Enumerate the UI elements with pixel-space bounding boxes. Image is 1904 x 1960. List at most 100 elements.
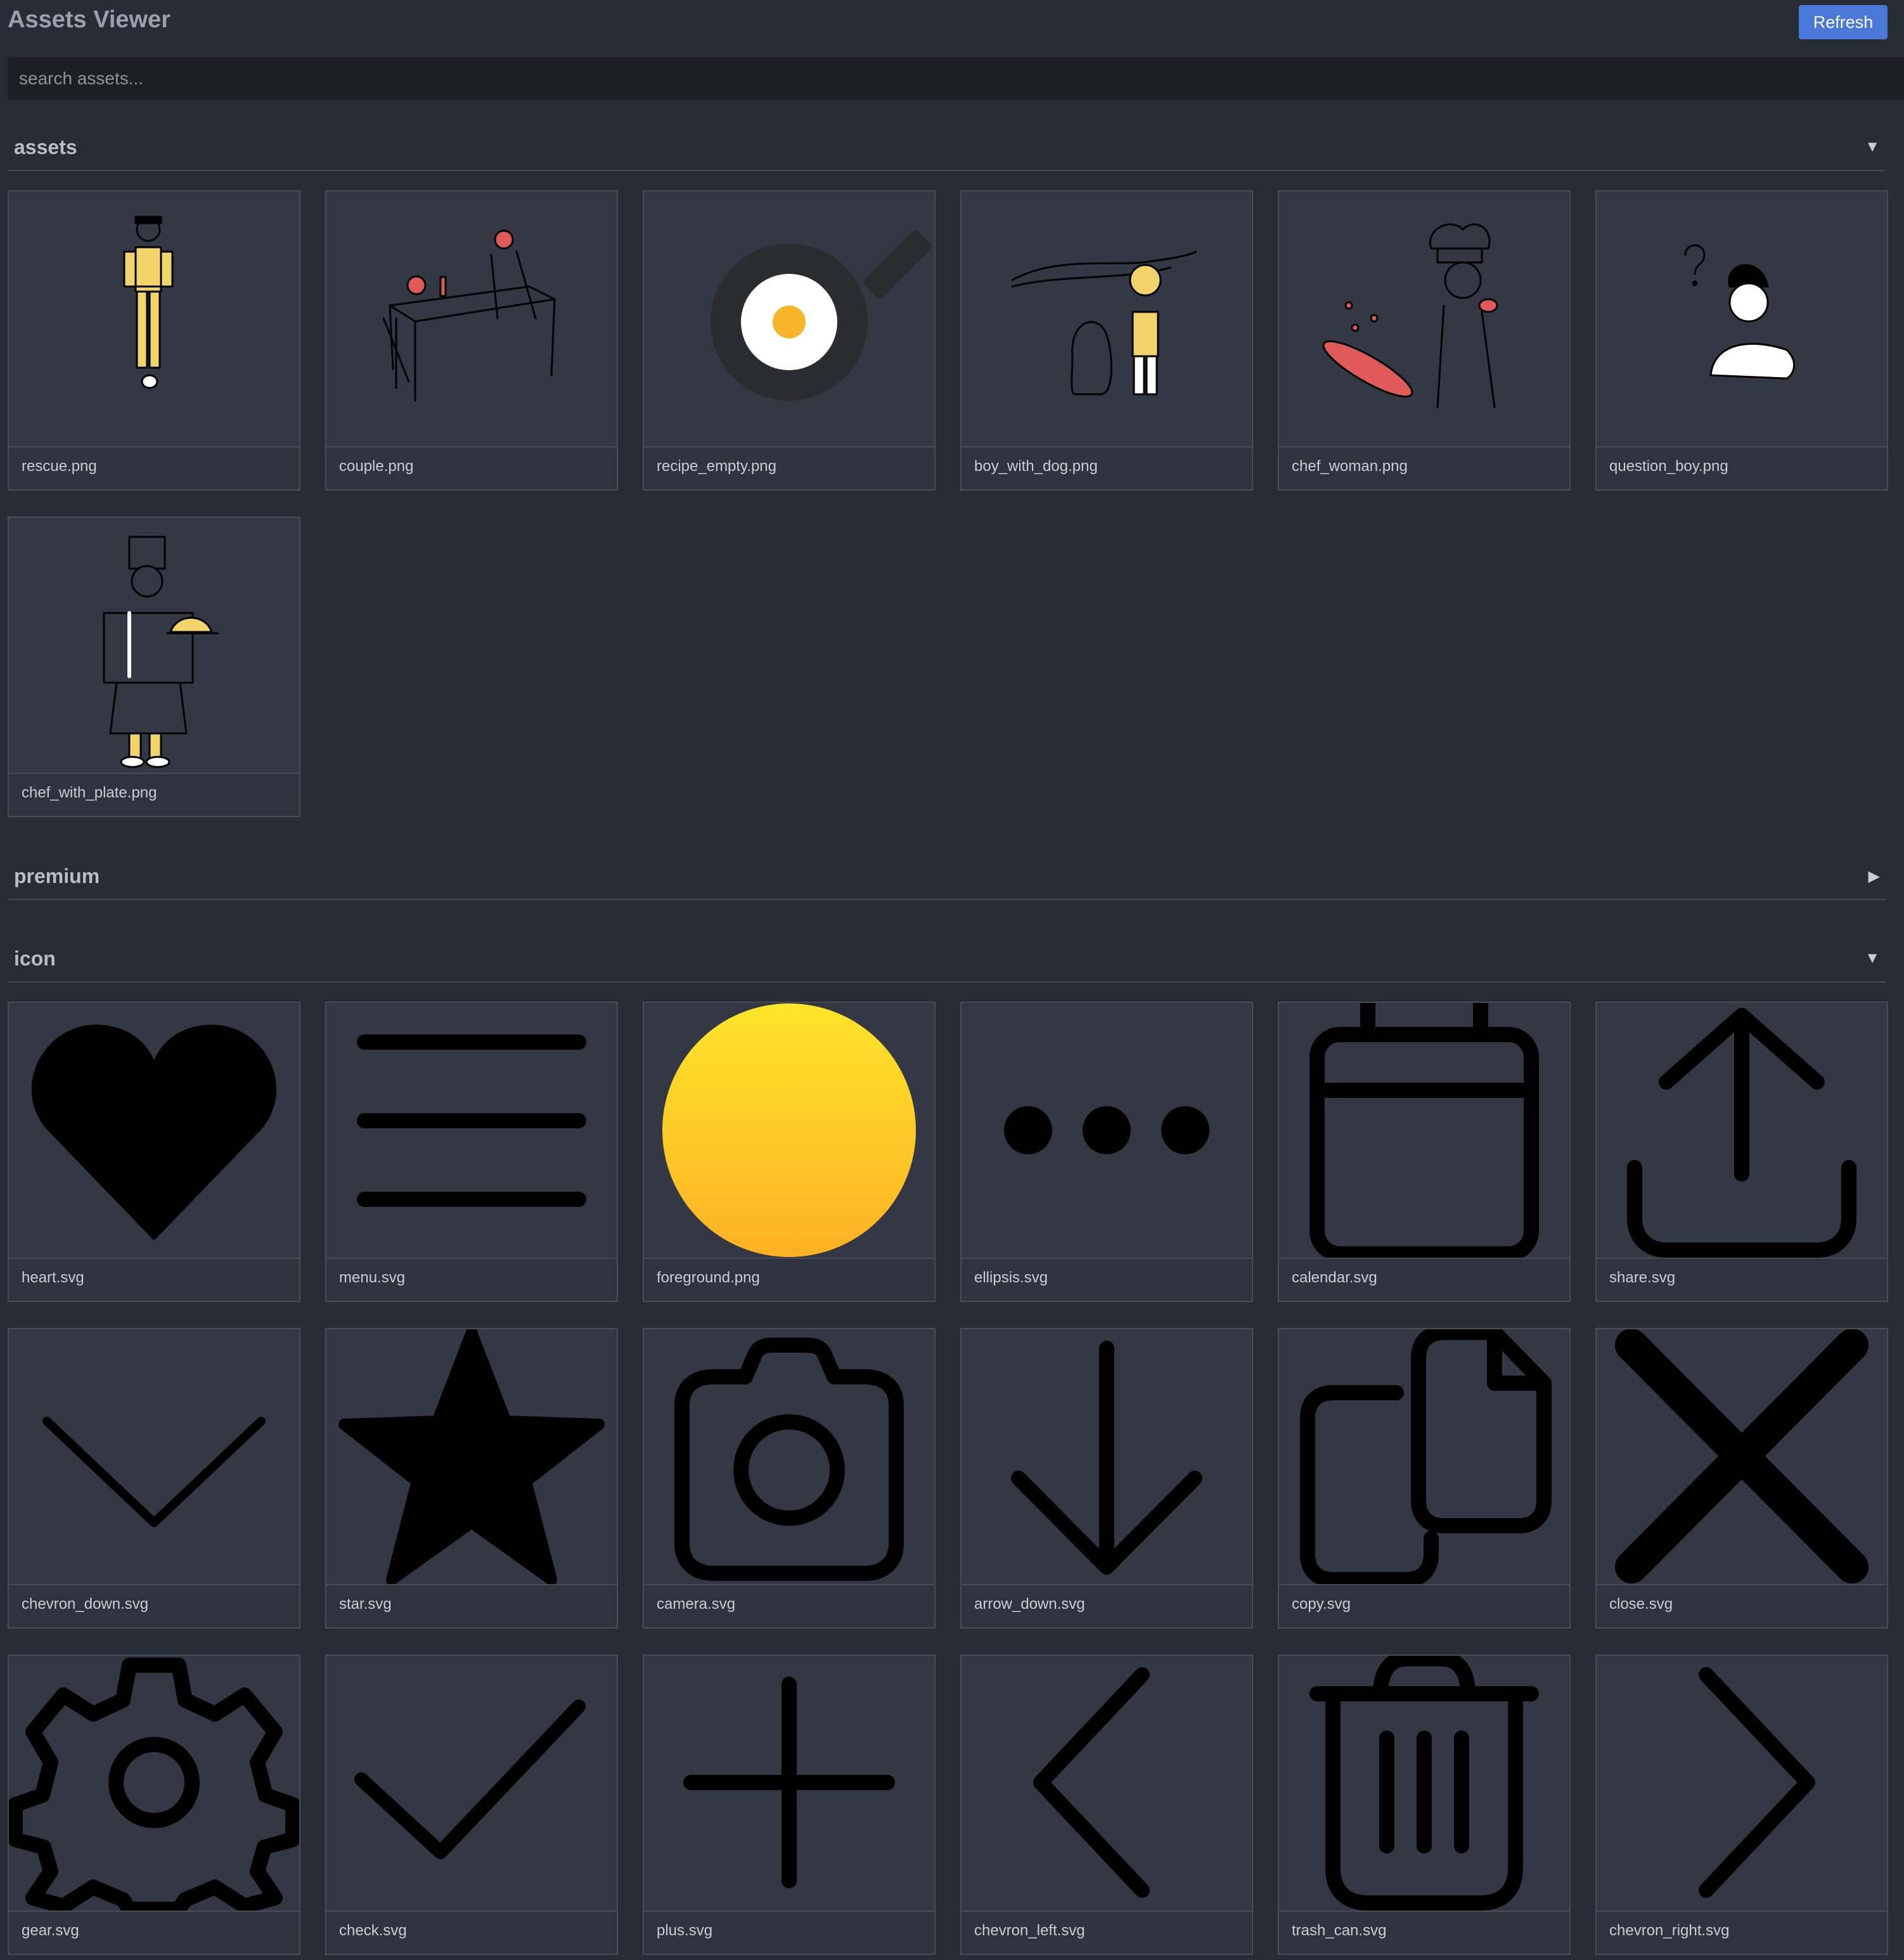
asset-filename: chevron_down.svg — [22, 1596, 149, 1613]
plus-icon — [644, 1656, 934, 1911]
asset-thumbnail — [962, 1003, 1252, 1259]
asset-filename: couple.png — [339, 458, 414, 475]
asset-card[interactable]: foreground.png — [643, 1002, 936, 1302]
app-title: Assets Viewer — [8, 6, 171, 33]
asset-thumbnail — [9, 1656, 299, 1912]
asset-card[interactable]: arrow_down.svg — [960, 1328, 1253, 1628]
section-title: icon — [14, 947, 56, 970]
asset-card[interactable]: couple.png — [325, 190, 618, 491]
collapse-toggle-icon[interactable]: ▼ — [1865, 138, 1880, 156]
close-icon — [1597, 1329, 1887, 1584]
asset-card[interactable]: trash_can.svg — [1278, 1654, 1571, 1955]
asset-card[interactable]: calendar.svg — [1278, 1002, 1571, 1302]
asset-card[interactable]: recipe_empty.png — [643, 190, 936, 491]
heart-icon — [9, 1003, 299, 1258]
asset-filename: chevron_left.svg — [974, 1922, 1085, 1939]
yellow-circle-icon — [644, 1003, 934, 1258]
asset-thumbnail — [9, 191, 299, 448]
chef-with-plate-illustration — [9, 518, 299, 773]
section-title: assets — [14, 136, 77, 158]
app-header: Assets Viewer Refresh — [8, 5, 1896, 43]
asset-thumbnail — [644, 1329, 934, 1585]
gear-icon — [9, 1656, 299, 1911]
rescue-illustration — [9, 191, 299, 446]
camera-icon — [644, 1329, 934, 1584]
asset-thumbnail — [9, 1329, 299, 1585]
asset-filename: menu.svg — [339, 1269, 406, 1286]
asset-card[interactable]: chef_woman.png — [1278, 190, 1571, 491]
ellipsis-icon — [962, 1003, 1252, 1258]
asset-thumbnail — [1279, 1656, 1569, 1912]
collapse-toggle-icon[interactable]: ▼ — [1865, 950, 1880, 967]
asset-card[interactable]: chevron_right.svg — [1595, 1654, 1888, 1955]
asset-filename: camera.svg — [657, 1596, 736, 1613]
asset-filename: ellipsis.svg — [974, 1269, 1048, 1286]
frying-pan-egg-illustration — [644, 191, 934, 446]
couple-illustration — [326, 191, 617, 446]
asset-card[interactable]: chevron_left.svg — [960, 1654, 1253, 1955]
asset-filename: foreground.png — [657, 1269, 760, 1286]
asset-card[interactable]: gear.svg — [8, 1654, 300, 1955]
menu-icon — [326, 1003, 617, 1258]
asset-filename: star.svg — [339, 1596, 392, 1613]
boy-with-dog-illustration — [962, 191, 1252, 446]
asset-filename: chef_with_plate.png — [22, 784, 157, 801]
asset-filename: heart.svg — [22, 1269, 84, 1286]
asset-thumbnail — [962, 191, 1252, 448]
search-input[interactable] — [8, 57, 1904, 100]
asset-card[interactable]: check.svg — [325, 1654, 618, 1955]
copy-icon — [1279, 1329, 1569, 1584]
asset-thumbnail — [9, 518, 299, 774]
chevron-left-icon — [962, 1656, 1252, 1911]
asset-card[interactable]: heart.svg — [8, 1002, 300, 1302]
asset-thumbnail — [1279, 1329, 1569, 1585]
asset-thumbnail — [9, 1003, 299, 1259]
question-boy-illustration — [1597, 191, 1887, 446]
asset-card[interactable]: ellipsis.svg — [960, 1002, 1253, 1302]
asset-thumbnail — [1279, 1003, 1569, 1259]
asset-thumbnail — [326, 191, 617, 448]
chevron-down-icon — [9, 1329, 299, 1584]
asset-card[interactable]: close.svg — [1595, 1328, 1888, 1628]
asset-card[interactable]: chef_with_plate.png — [8, 517, 300, 817]
chevron-right-icon — [1597, 1656, 1887, 1911]
calendar-icon — [1279, 1003, 1569, 1258]
share-icon — [1597, 1003, 1887, 1258]
asset-thumbnail — [962, 1656, 1252, 1912]
asset-card[interactable]: copy.svg — [1278, 1328, 1571, 1628]
asset-thumbnail — [644, 1003, 934, 1259]
asset-filename: recipe_empty.png — [657, 458, 776, 475]
expand-toggle-icon[interactable]: ▶ — [1869, 867, 1880, 886]
asset-filename: share.svg — [1609, 1269, 1676, 1286]
section-header-icon[interactable]: icon ▼ — [8, 936, 1886, 983]
asset-card[interactable]: camera.svg — [643, 1328, 936, 1628]
section-header-assets[interactable]: assets ▼ — [8, 124, 1886, 171]
asset-filename: trash_can.svg — [1292, 1922, 1387, 1939]
asset-card[interactable]: star.svg — [325, 1328, 618, 1628]
chef-woman-illustration — [1279, 191, 1569, 446]
asset-thumbnail — [326, 1656, 617, 1912]
asset-filename: plus.svg — [657, 1922, 713, 1939]
asset-filename: chevron_right.svg — [1609, 1922, 1730, 1939]
asset-filename: boy_with_dog.png — [974, 458, 1098, 475]
star-icon — [326, 1329, 617, 1584]
asset-filename: check.svg — [339, 1922, 407, 1939]
asset-thumbnail — [1597, 1656, 1887, 1912]
check-icon — [326, 1656, 617, 1911]
asset-thumbnail — [962, 1329, 1252, 1585]
asset-card[interactable]: question_boy.png — [1595, 190, 1888, 491]
asset-card[interactable]: rescue.png — [8, 190, 300, 491]
asset-card[interactable]: menu.svg — [325, 1002, 618, 1302]
asset-filename: close.svg — [1609, 1596, 1673, 1613]
asset-thumbnail — [644, 191, 934, 448]
asset-card[interactable]: plus.svg — [643, 1654, 936, 1955]
section-header-premium[interactable]: premium ▶ — [8, 853, 1886, 900]
asset-thumbnail — [326, 1329, 617, 1585]
refresh-button[interactable]: Refresh — [1799, 5, 1888, 39]
asset-card[interactable]: share.svg — [1595, 1002, 1888, 1302]
asset-card[interactable]: chevron_down.svg — [8, 1328, 300, 1628]
trash-can-icon — [1279, 1656, 1569, 1911]
asset-card[interactable]: boy_with_dog.png — [960, 190, 1253, 491]
asset-filename: chef_woman.png — [1292, 458, 1408, 475]
asset-filename: calendar.svg — [1292, 1269, 1377, 1286]
